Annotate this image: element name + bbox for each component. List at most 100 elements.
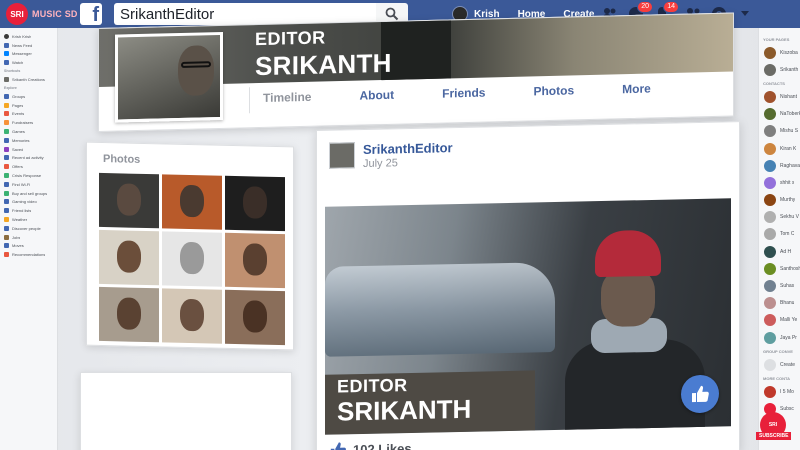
sidebar-item-label: Pages bbox=[12, 102, 24, 108]
contact-item-name: NaToberk bbox=[780, 111, 800, 118]
post-image[interactable]: EDITOR SRIKANTH bbox=[325, 198, 731, 435]
contact-item[interactable]: Raghava bbox=[759, 157, 800, 174]
account-menu-chevron-icon[interactable] bbox=[736, 5, 754, 23]
contact-item[interactable]: NaToberk bbox=[759, 106, 800, 123]
sidebar-item[interactable]: Find Wi-Fi bbox=[0, 180, 57, 189]
avatar bbox=[764, 108, 776, 121]
contact-item[interactable]: Nishant bbox=[759, 88, 800, 105]
photo-thumbnail[interactable] bbox=[99, 286, 159, 343]
photo-thumbnail[interactable] bbox=[99, 229, 159, 286]
contact-item-name: Malli Ye bbox=[780, 317, 798, 324]
photos-card: Photos bbox=[86, 141, 294, 351]
sidebar-item-icon bbox=[4, 234, 9, 240]
group-conversations-heading: GROUP CONVE bbox=[763, 348, 793, 354]
contact-item[interactable]: Ad H bbox=[759, 243, 800, 260]
contact-item[interactable]: Malli Ye bbox=[759, 312, 800, 329]
sidebar-item[interactable]: Buy and sell groups bbox=[0, 189, 57, 198]
sidebar-item[interactable]: Recommendations bbox=[0, 250, 57, 259]
more-contact-item[interactable]: I 5 Mo bbox=[759, 383, 800, 400]
sidebar-item[interactable]: Groups bbox=[0, 92, 57, 101]
sidebar-item[interactable]: Crisis Response bbox=[0, 171, 57, 180]
notifications-count-badge: 14 bbox=[663, 1, 679, 13]
photo-thumbnail[interactable] bbox=[225, 175, 285, 232]
photo-thumbnail[interactable] bbox=[225, 289, 285, 346]
facebook-logo-icon[interactable]: f bbox=[80, 3, 102, 25]
sidebar-profile[interactable]: Krish Krish bbox=[0, 32, 57, 41]
avatar bbox=[764, 245, 776, 258]
sidebar-item[interactable]: Gaming video bbox=[0, 198, 57, 207]
photo-thumbnail[interactable] bbox=[99, 172, 159, 229]
profile-picture[interactable] bbox=[115, 31, 223, 123]
contact-item[interactable]: Suhas bbox=[759, 277, 800, 294]
photo-subject-image bbox=[243, 243, 267, 276]
page-item[interactable]: Srikanth bbox=[759, 61, 800, 78]
tab-timeline[interactable]: Timeline bbox=[261, 90, 311, 105]
tab-more[interactable]: More bbox=[620, 81, 651, 96]
tab-friends[interactable]: Friends bbox=[440, 86, 485, 101]
sidebar-item-icon bbox=[4, 155, 9, 161]
create-group-item[interactable]: Create bbox=[759, 356, 800, 373]
tab-photos[interactable]: Photos bbox=[531, 83, 574, 98]
photo-subject-image bbox=[117, 297, 141, 330]
photos-card-title[interactable]: Photos bbox=[103, 153, 140, 166]
sidebar-item-icon bbox=[4, 190, 9, 196]
avatar bbox=[764, 176, 776, 189]
subscribe-button[interactable]: SUBSCRIBE bbox=[756, 432, 792, 440]
contact-item-name: Raghava bbox=[780, 162, 800, 169]
sidebar-item[interactable]: Saved bbox=[0, 145, 57, 154]
avatar bbox=[764, 262, 776, 275]
contact-item[interactable]: Mishu S bbox=[759, 123, 800, 140]
sidebar-profile-name: Krish Krish bbox=[12, 33, 32, 39]
sidebar-item[interactable]: Srikanth Creations bbox=[0, 75, 57, 84]
like-button[interactable] bbox=[681, 374, 719, 414]
sidebar-item[interactable]: Discover people bbox=[0, 224, 57, 233]
sidebar-item[interactable]: Friend lists bbox=[0, 206, 57, 215]
sidebar-item[interactable]: Moves bbox=[0, 242, 57, 251]
post-author-avatar[interactable] bbox=[329, 142, 355, 169]
contact-item[interactable]: Sekhu V bbox=[759, 209, 800, 226]
sidebar-item[interactable]: Games bbox=[0, 127, 57, 136]
sidebar-item-icon bbox=[4, 217, 9, 223]
page-item-name: Srikanth bbox=[780, 66, 799, 73]
sidebar-item-icon bbox=[4, 111, 9, 117]
contact-item[interactable]: shhit s bbox=[759, 174, 800, 191]
contact-item[interactable]: Murthy bbox=[759, 192, 800, 209]
photo-subject-image bbox=[243, 300, 267, 333]
tab-about[interactable]: About bbox=[357, 88, 394, 103]
sidebar-item-icon bbox=[4, 60, 9, 66]
sidebar-item-icon bbox=[4, 252, 9, 258]
photo-subject-image bbox=[180, 298, 204, 332]
page-item[interactable]: Kiszoba bbox=[759, 44, 800, 61]
sidebar-section-heading: Explore bbox=[4, 85, 17, 90]
create-group-label: Create bbox=[780, 361, 796, 368]
sidebar-item[interactable]: Messenger bbox=[0, 50, 57, 59]
contact-item[interactable]: Jaya Pr bbox=[759, 329, 800, 346]
post-likes[interactable]: 102 Likes bbox=[329, 439, 412, 450]
sidebar-item[interactable]: Memories bbox=[0, 136, 57, 145]
sidebar-item[interactable]: News Feed bbox=[0, 41, 57, 50]
contact-item[interactable]: Bhanu bbox=[759, 295, 800, 312]
post-date[interactable]: July 25 bbox=[363, 157, 398, 170]
photo-thumbnail[interactable] bbox=[162, 231, 222, 287]
sidebar-item[interactable]: Recent ad activity bbox=[0, 154, 57, 163]
photo-thumbnail[interactable] bbox=[162, 174, 222, 230]
sidebar-item[interactable]: Offers bbox=[0, 162, 57, 171]
sidebar-item[interactable]: Pages bbox=[0, 101, 57, 110]
sidebar-item[interactable]: Jobs bbox=[0, 233, 57, 242]
sidebar-item[interactable]: Events bbox=[0, 110, 57, 119]
sidebar-item-icon bbox=[4, 120, 9, 126]
photo-subject-image bbox=[243, 186, 267, 219]
contact-item[interactable]: Tom C bbox=[759, 226, 800, 243]
post-author-name[interactable]: SrikanthEditor bbox=[363, 140, 453, 157]
sidebar-item[interactable]: Watch bbox=[0, 58, 57, 67]
post-card: SrikanthEditor July 25 EDITOR SRIKANTH 1… bbox=[316, 121, 740, 450]
sidebar-section-heading: Shortcuts bbox=[4, 69, 21, 74]
photo-thumbnail[interactable] bbox=[162, 288, 222, 344]
sidebar-item[interactable]: Weather bbox=[0, 215, 57, 224]
photo-thumbnail[interactable] bbox=[225, 232, 285, 289]
sidebar-item-label: Discover people bbox=[12, 225, 41, 231]
photo-subject-image bbox=[117, 240, 141, 273]
contact-item[interactable]: Kiran K bbox=[759, 140, 800, 157]
sidebar-item[interactable]: Fundraisers bbox=[0, 118, 57, 127]
contact-item[interactable]: Santhosh bbox=[759, 260, 800, 277]
